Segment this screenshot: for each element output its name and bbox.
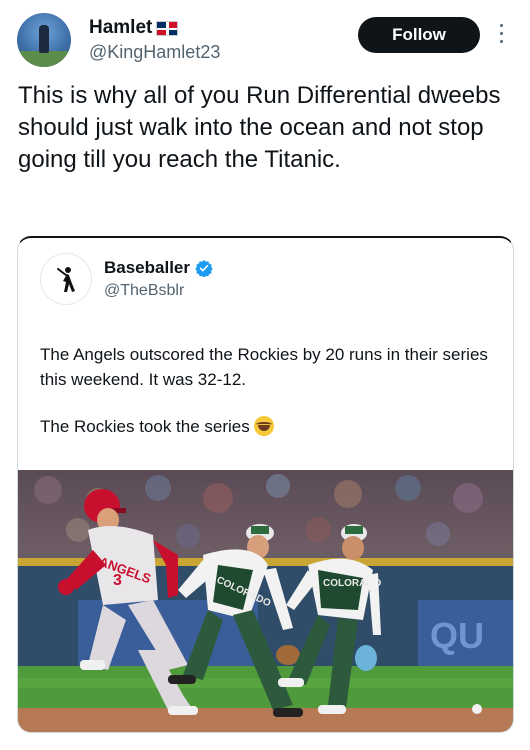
author-avatar[interactable] bbox=[17, 13, 71, 67]
tweet-photo[interactable]: QU ANGELS 3 COLORADO COLORADO bbox=[18, 470, 513, 732]
batter-silhouette-icon bbox=[57, 267, 75, 292]
svg-text:QU: QU bbox=[430, 615, 484, 656]
quoted-tweet-card[interactable]: Baseballer @TheBsblr The Angels outscore… bbox=[17, 236, 514, 733]
tweet-text: This is why all of you Run Differential … bbox=[18, 82, 501, 173]
more-options-icon[interactable] bbox=[498, 24, 504, 48]
quoted-paragraph-1: The Angels outscored the Rockies by 20 r… bbox=[40, 345, 488, 389]
follow-button[interactable]: Follow bbox=[358, 17, 480, 53]
runner-number-text: 3 bbox=[113, 572, 122, 589]
verified-badge-icon bbox=[195, 260, 213, 277]
quoted-name-row: Baseballer bbox=[104, 258, 213, 278]
author-display-name[interactable]: Hamlet bbox=[89, 17, 152, 39]
quoted-display-name[interactable]: Baseballer bbox=[104, 258, 190, 278]
quoted-author-avatar[interactable] bbox=[40, 253, 92, 305]
author-handle[interactable]: @KingHamlet23 bbox=[89, 42, 220, 63]
quoted-handle[interactable]: @TheBsblr bbox=[104, 282, 184, 300]
laughing-emoji-icon bbox=[253, 416, 274, 436]
dominican-flag-icon bbox=[156, 20, 179, 36]
author-name-row: Hamlet bbox=[89, 17, 179, 39]
quoted-paragraph-2: The Rockies took the series bbox=[40, 414, 505, 439]
quoted-tweet-text: The Angels outscored the Rockies by 20 r… bbox=[40, 342, 505, 461]
baseball-photo-illustration: QU ANGELS 3 COLORADO COLORADO bbox=[18, 474, 513, 732]
